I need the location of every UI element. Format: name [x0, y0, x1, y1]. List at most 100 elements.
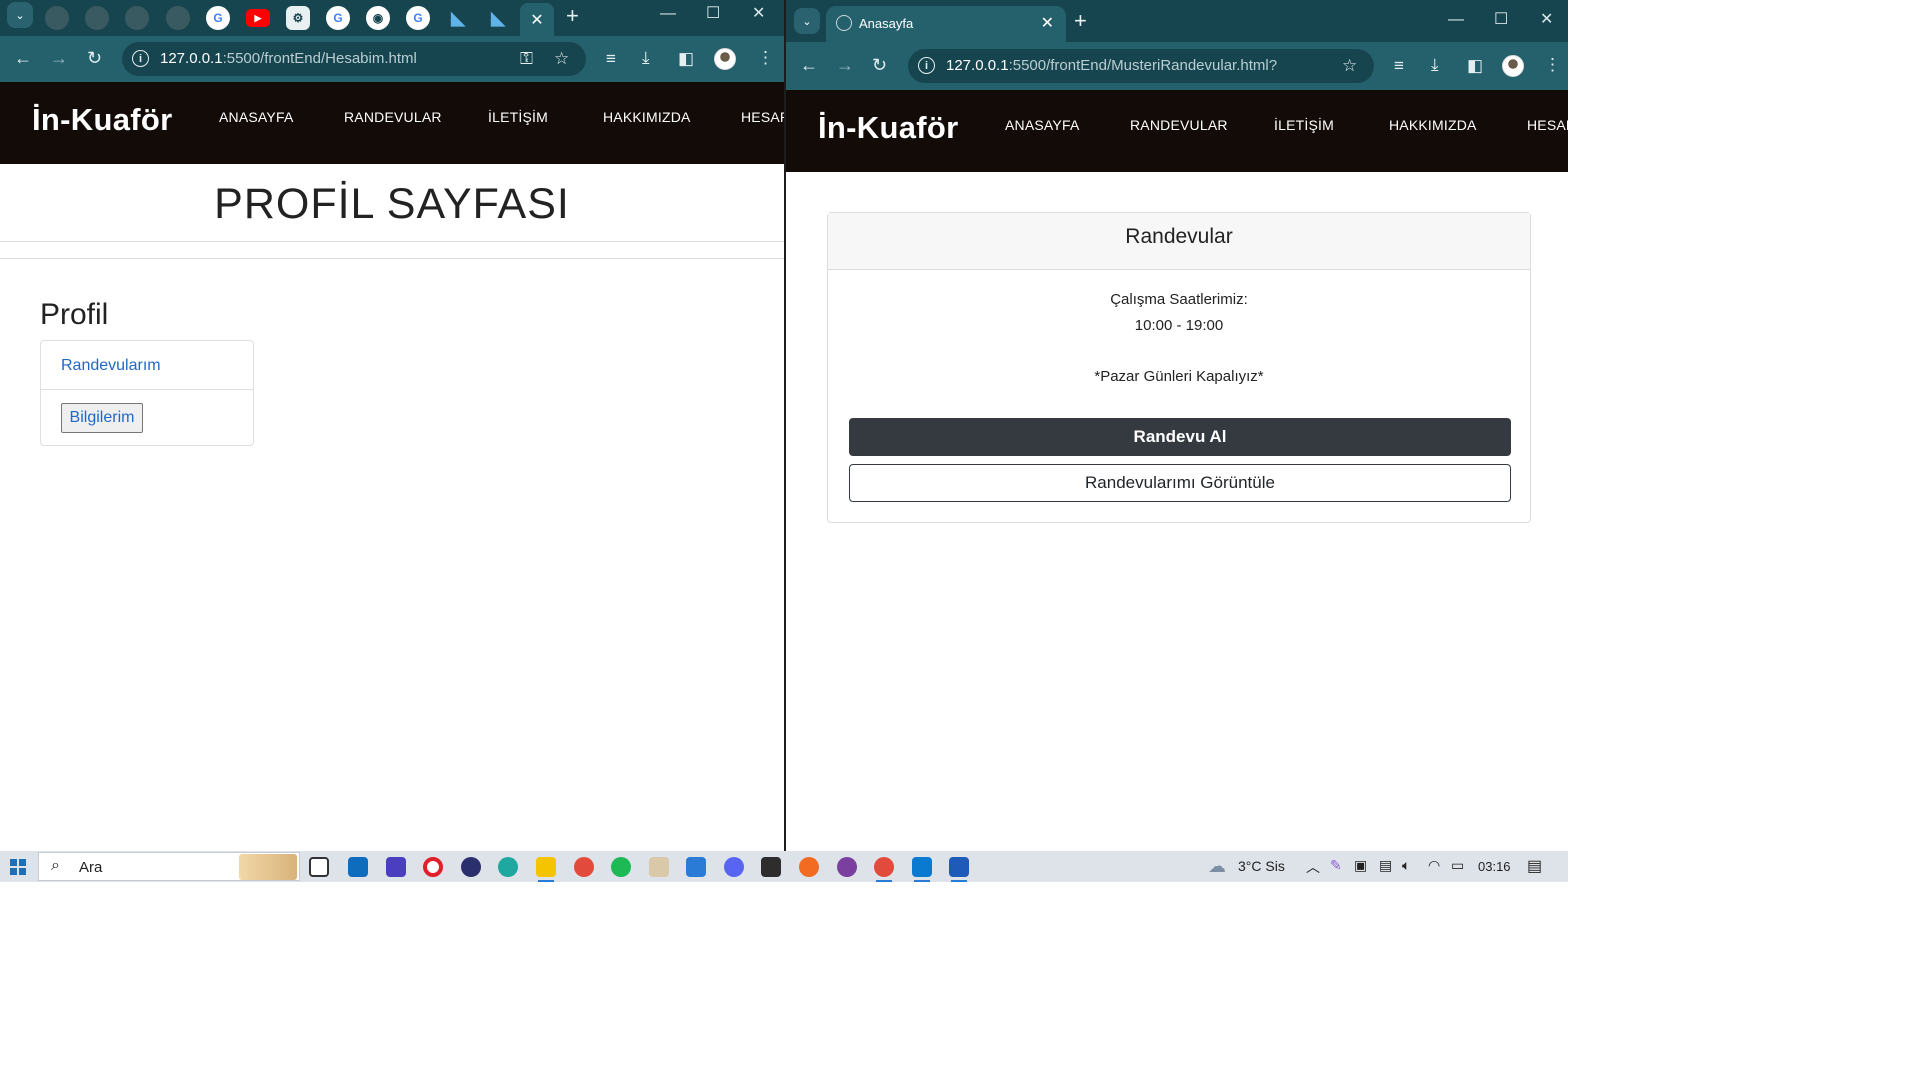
app-icon[interactable] — [761, 857, 781, 877]
mail-icon[interactable] — [348, 857, 368, 877]
tab-search-button[interactable]: ⌄ — [7, 2, 33, 28]
chatgpt-tab-icon[interactable]: ⚙ — [286, 6, 310, 30]
windows-start-icon[interactable] — [10, 859, 26, 875]
key-icon[interactable]: ⚿ — [520, 50, 533, 67]
randevu-al-button[interactable]: Randevu Al — [849, 418, 1511, 456]
wifi-icon[interactable]: ◠ — [1428, 857, 1440, 874]
back-arrow-icon[interactable]: ← — [800, 56, 818, 74]
nav-link-anasayfa[interactable]: ANASAYFA — [1005, 117, 1079, 133]
chrome-icon[interactable] — [874, 857, 894, 882]
tab-icon-blank[interactable] — [125, 6, 149, 30]
nav-link-hesap[interactable]: HESAP — [1527, 117, 1568, 133]
volume-icon[interactable]: 🔈︎ — [1402, 857, 1410, 874]
nav-link-hakkimizda[interactable]: HAKKIMIZDA — [1389, 117, 1477, 133]
kebab-menu-icon[interactable]: ⋮ — [757, 49, 774, 66]
vsc-tab-icon[interactable]: ◣ — [446, 6, 470, 30]
paint-icon[interactable] — [649, 857, 669, 877]
tray-chevron-icon[interactable]: ︿ — [1306, 857, 1320, 877]
weather-text[interactable]: 3°C Sis — [1238, 858, 1285, 874]
tab-anasayfa[interactable]: Anasayfa ✕ — [826, 6, 1066, 42]
nav-link-randevular[interactable]: RANDEVULAR — [1130, 117, 1228, 133]
side-panel-icon[interactable]: ◧ — [1467, 57, 1483, 74]
tab-icon-blank[interactable] — [166, 6, 190, 30]
photos-icon[interactable] — [686, 857, 706, 877]
maximize-icon[interactable]: ☐ — [1494, 12, 1508, 28]
new-tab-plus-icon[interactable]: + — [1074, 10, 1087, 32]
card-header: Randevular — [828, 213, 1530, 270]
chrome-tab-icon[interactable]: ◉ — [366, 6, 390, 30]
star-bookmark-icon[interactable]: ☆ — [1342, 57, 1357, 74]
maximize-icon[interactable]: ☐ — [706, 6, 720, 22]
google-tab-icon[interactable]: G — [206, 6, 230, 30]
browser-window-left: ⌄ G ▶ ⚙ G ◉ G ◣ ◣ ✕ + — ☐ ✕ ← → ↻ i 127.… — [0, 0, 784, 851]
tray-app-icon[interactable]: ▣ — [1354, 857, 1367, 874]
forward-arrow-icon[interactable]: → — [50, 49, 68, 67]
star-bookmark-icon[interactable]: ☆ — [554, 50, 569, 67]
nav-link-iletisim[interactable]: İLETİŞİM — [488, 109, 548, 125]
edge-icon[interactable] — [498, 857, 518, 877]
page-title: PROFİL SAYFASI — [214, 180, 570, 228]
tab-close-icon[interactable]: ✕ — [1041, 13, 1054, 33]
active-tab-close-icon[interactable]: ✕ — [520, 3, 554, 36]
divider — [0, 258, 784, 259]
nav-link-iletisim[interactable]: İLETİŞİM — [1274, 117, 1334, 133]
vscode-icon[interactable] — [912, 857, 932, 882]
minimize-icon[interactable]: — — [660, 6, 676, 22]
side-panel-icon[interactable]: ◧ — [678, 50, 694, 67]
reload-icon[interactable]: ↻ — [872, 56, 887, 74]
task-view-icon[interactable] — [309, 857, 329, 877]
chrome-icon[interactable] — [574, 857, 594, 877]
nav-link-anasayfa[interactable]: ANASAYFA — [219, 109, 293, 125]
media-control-icon[interactable]: ≡ — [606, 50, 616, 67]
app-icon[interactable] — [461, 857, 481, 877]
close-window-icon[interactable]: ✕ — [1540, 12, 1553, 28]
google-tab-icon[interactable]: G — [326, 6, 350, 30]
site-brand[interactable]: İn-Kuaför — [32, 102, 172, 138]
new-tab-plus-icon[interactable]: + — [566, 5, 579, 27]
tab-icon-blank[interactable] — [45, 6, 69, 30]
pen-app-icon[interactable] — [386, 857, 406, 877]
reload-icon[interactable]: ↻ — [87, 49, 102, 67]
notifications-icon[interactable]: ▤ — [1527, 856, 1542, 876]
taskbar-search-box[interactable]: ⌕ Ara — [38, 852, 300, 881]
youtube-tab-icon[interactable]: ▶ — [246, 9, 270, 27]
discord-icon[interactable] — [724, 857, 744, 877]
nav-link-hakkimizda[interactable]: HAKKIMIZDA — [603, 109, 691, 125]
site-info-icon[interactable]: i — [918, 57, 935, 74]
app-icon[interactable] — [837, 857, 857, 877]
profile-avatar[interactable] — [714, 48, 736, 70]
download-icon[interactable]: ⤓ — [642, 49, 650, 66]
view-appointments-button[interactable]: Randevularımı Görüntüle — [849, 464, 1511, 502]
profile-avatar[interactable] — [1502, 55, 1524, 77]
nav-link-randevular[interactable]: RANDEVULAR — [344, 109, 442, 125]
download-icon[interactable]: ⤓ — [1431, 56, 1439, 73]
tab-search-button[interactable]: ⌄ — [794, 8, 820, 34]
battery-icon[interactable]: ▭ — [1451, 857, 1464, 874]
tray-device-icon[interactable]: ▤ — [1379, 857, 1392, 874]
back-arrow-icon[interactable]: ← — [14, 49, 32, 67]
pen-tray-icon[interactable]: ✎ — [1330, 857, 1342, 874]
vsc-tab-icon[interactable]: ◣ — [486, 6, 510, 30]
randevularim-link[interactable]: Randevularım — [61, 357, 161, 375]
close-window-icon[interactable]: ✕ — [752, 6, 765, 22]
nav-link-hesap[interactable]: HESAP — [741, 109, 784, 125]
word-icon[interactable] — [949, 857, 969, 882]
spotify-icon[interactable] — [611, 857, 631, 877]
bilgilerim-button[interactable]: Bilgilerim — [61, 403, 143, 433]
site-info-icon[interactable]: i — [132, 50, 149, 67]
google-tab-icon[interactable]: G — [406, 6, 430, 30]
app-icon[interactable] — [799, 857, 819, 877]
address-bar[interactable]: i 127.0.0.1:5500/frontEnd/MusteriRandevu… — [908, 49, 1374, 83]
tab-icon-blank[interactable] — [85, 6, 109, 30]
site-brand[interactable]: İn-Kuaför — [818, 110, 958, 146]
kebab-menu-icon[interactable]: ⋮ — [1544, 56, 1561, 73]
forward-arrow-icon[interactable]: → — [836, 56, 854, 74]
tab-strip: ⌄ G ▶ ⚙ G ◉ G ◣ ◣ ✕ + — ☐ ✕ — [0, 0, 784, 36]
clock[interactable]: 03:16 — [1478, 859, 1511, 874]
address-bar[interactable]: i 127.0.0.1:5500/frontEnd/Hesabim.html ⚿… — [122, 42, 586, 76]
opera-icon[interactable] — [423, 857, 443, 877]
media-control-icon[interactable]: ≡ — [1394, 57, 1404, 74]
minimize-icon[interactable]: — — [1448, 12, 1464, 28]
weather-icon[interactable]: ☁ — [1208, 856, 1226, 877]
file-explorer-icon[interactable] — [536, 857, 556, 882]
